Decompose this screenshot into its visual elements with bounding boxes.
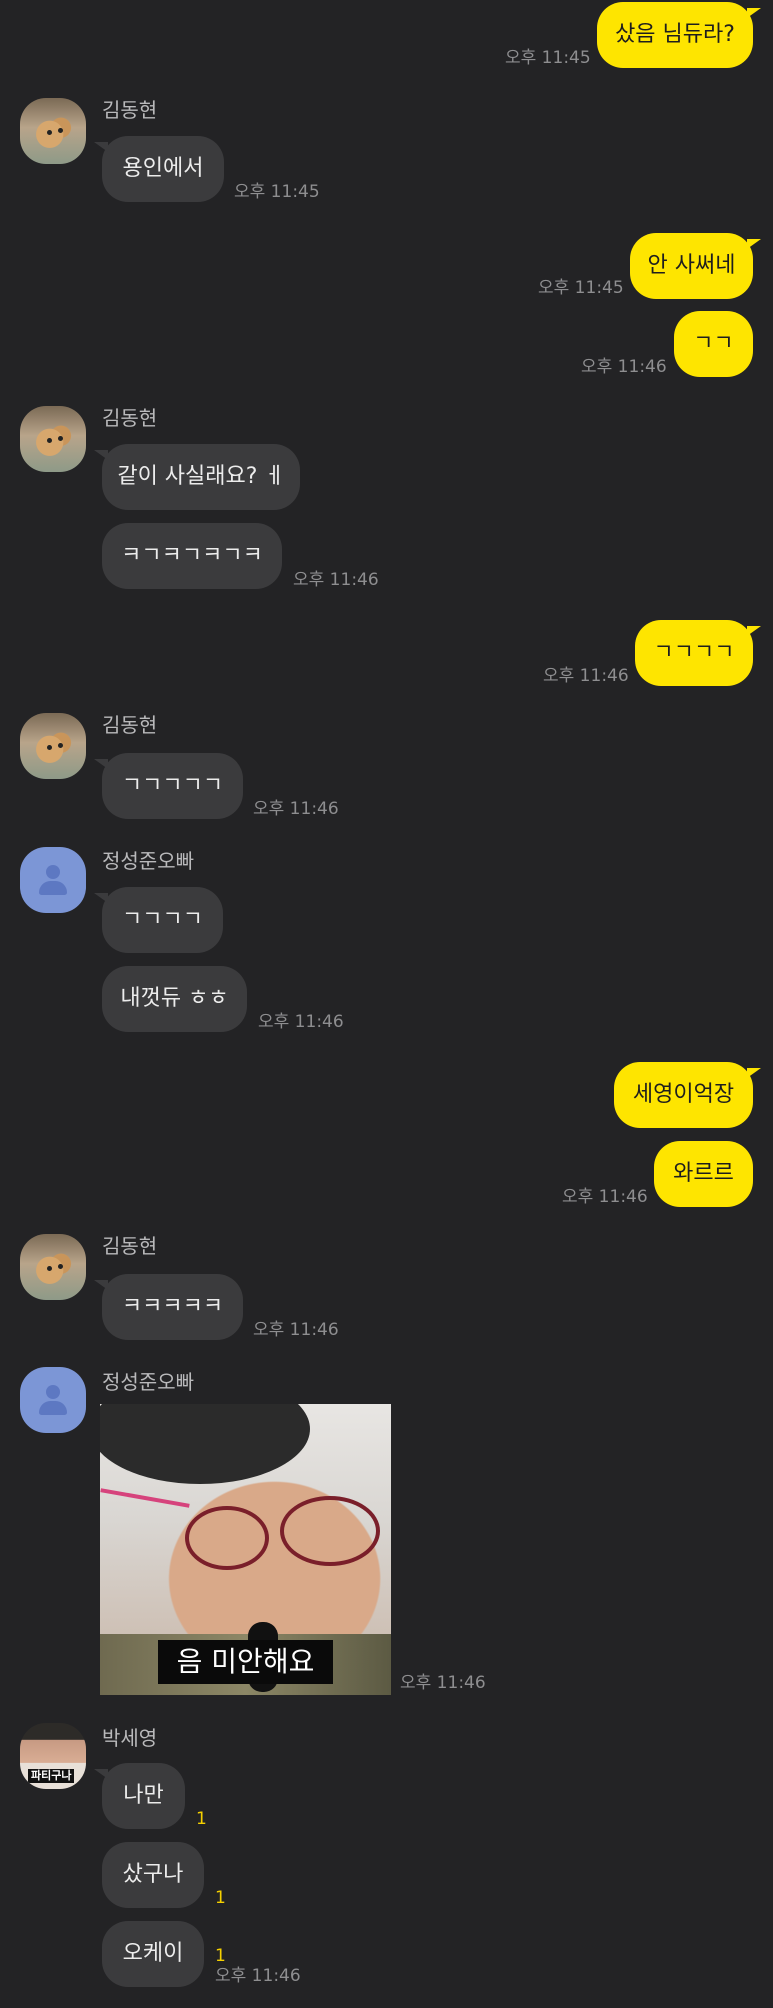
incoming-message-bubble[interactable]: 샀구나 xyxy=(102,1842,204,1908)
photo-detail xyxy=(280,1496,380,1566)
avatar[interactable] xyxy=(20,1234,86,1300)
outgoing-message-bubble[interactable]: ㄱㄱㄱㄱ xyxy=(635,620,761,686)
avatar-eye xyxy=(47,438,52,443)
message-time: 오후 11:46 xyxy=(253,799,339,819)
message-time: 오후 11:46 xyxy=(215,1966,301,1986)
photo-detail xyxy=(100,1404,310,1484)
avatar[interactable] xyxy=(20,713,86,779)
incoming-message-bubble[interactable]: ㅋㄱㅋㄱㅋㄱㅋ xyxy=(102,523,282,589)
incoming-message-bubble[interactable]: 용인에서 xyxy=(94,136,224,202)
avatar-eye xyxy=(58,128,63,133)
incoming-message-bubble[interactable]: ㄱㄱㄱㄱ xyxy=(94,887,223,953)
photo-detail xyxy=(100,1488,190,1508)
outgoing-message-bubble[interactable]: 세영이억장 xyxy=(614,1062,761,1128)
outgoing-message-bubble[interactable]: 샀음 님듀라? xyxy=(597,2,761,68)
sender-name: 정성준오빠 xyxy=(102,1370,194,1394)
photo-detail xyxy=(185,1506,269,1570)
incoming-message-bubble[interactable]: 같이 사실래요? ㅔ xyxy=(94,444,300,510)
message-time: 오후 11:46 xyxy=(543,666,629,686)
message-time: 오후 11:45 xyxy=(538,278,624,298)
message-time: 오후 11:46 xyxy=(293,570,379,590)
incoming-message-bubble[interactable]: 내껏듀 ㅎㅎ xyxy=(102,966,247,1032)
message-time: 오후 11:46 xyxy=(400,1673,486,1693)
avatar-eye xyxy=(47,1266,52,1271)
avatar-badge: 파티구나 xyxy=(28,1769,75,1783)
avatar[interactable] xyxy=(20,847,86,913)
default-avatar-icon xyxy=(46,865,60,879)
sender-name: 김동현 xyxy=(102,713,158,737)
default-avatar-icon xyxy=(39,881,67,895)
outgoing-message-bubble[interactable]: ㄱㄱ xyxy=(674,311,753,377)
avatar[interactable] xyxy=(20,1367,86,1433)
message-time: 오후 11:46 xyxy=(258,1012,344,1032)
incoming-message-bubble[interactable]: 나만 xyxy=(94,1763,185,1829)
outgoing-message-bubble[interactable]: 안 사써네 xyxy=(630,233,761,299)
avatar-eye xyxy=(58,436,63,441)
unread-count: 1 xyxy=(215,1888,226,1908)
avatar[interactable] xyxy=(20,406,86,472)
incoming-message-bubble[interactable]: ㄱㄱㄱㄱㄱ xyxy=(94,753,243,819)
message-time: 오후 11:45 xyxy=(505,48,591,68)
message-time: 오후 11:46 xyxy=(581,357,667,377)
message-time: 오후 11:46 xyxy=(253,1320,339,1340)
avatar[interactable]: 파티구나 xyxy=(20,1723,86,1789)
sender-name: 김동현 xyxy=(102,98,158,122)
sender-name: 김동현 xyxy=(102,406,158,430)
avatar[interactable] xyxy=(20,98,86,164)
sender-name: 정성준오빠 xyxy=(102,849,194,873)
incoming-message-bubble[interactable]: ㅋㅋㅋㅋㅋ xyxy=(94,1274,243,1340)
photo-message[interactable]: 음 미안해요 xyxy=(100,1404,391,1695)
avatar-eye xyxy=(58,1264,63,1269)
sender-name: 김동현 xyxy=(102,1234,158,1258)
avatar-eye xyxy=(47,130,52,135)
unread-count: 1 xyxy=(196,1809,207,1829)
unread-count: 1 xyxy=(215,1946,226,1966)
default-avatar-icon xyxy=(39,1401,67,1415)
message-time: 오후 11:46 xyxy=(562,1187,648,1207)
avatar-eye xyxy=(58,743,63,748)
sender-name: 박세영 xyxy=(102,1726,158,1750)
message-time: 오후 11:45 xyxy=(234,182,320,202)
outgoing-message-bubble[interactable]: 와르르 xyxy=(654,1141,753,1207)
default-avatar-icon xyxy=(46,1385,60,1399)
avatar-eye xyxy=(47,745,52,750)
incoming-message-bubble[interactable]: 오케이 xyxy=(102,1921,204,1987)
photo-caption: 음 미안해요 xyxy=(158,1640,333,1684)
